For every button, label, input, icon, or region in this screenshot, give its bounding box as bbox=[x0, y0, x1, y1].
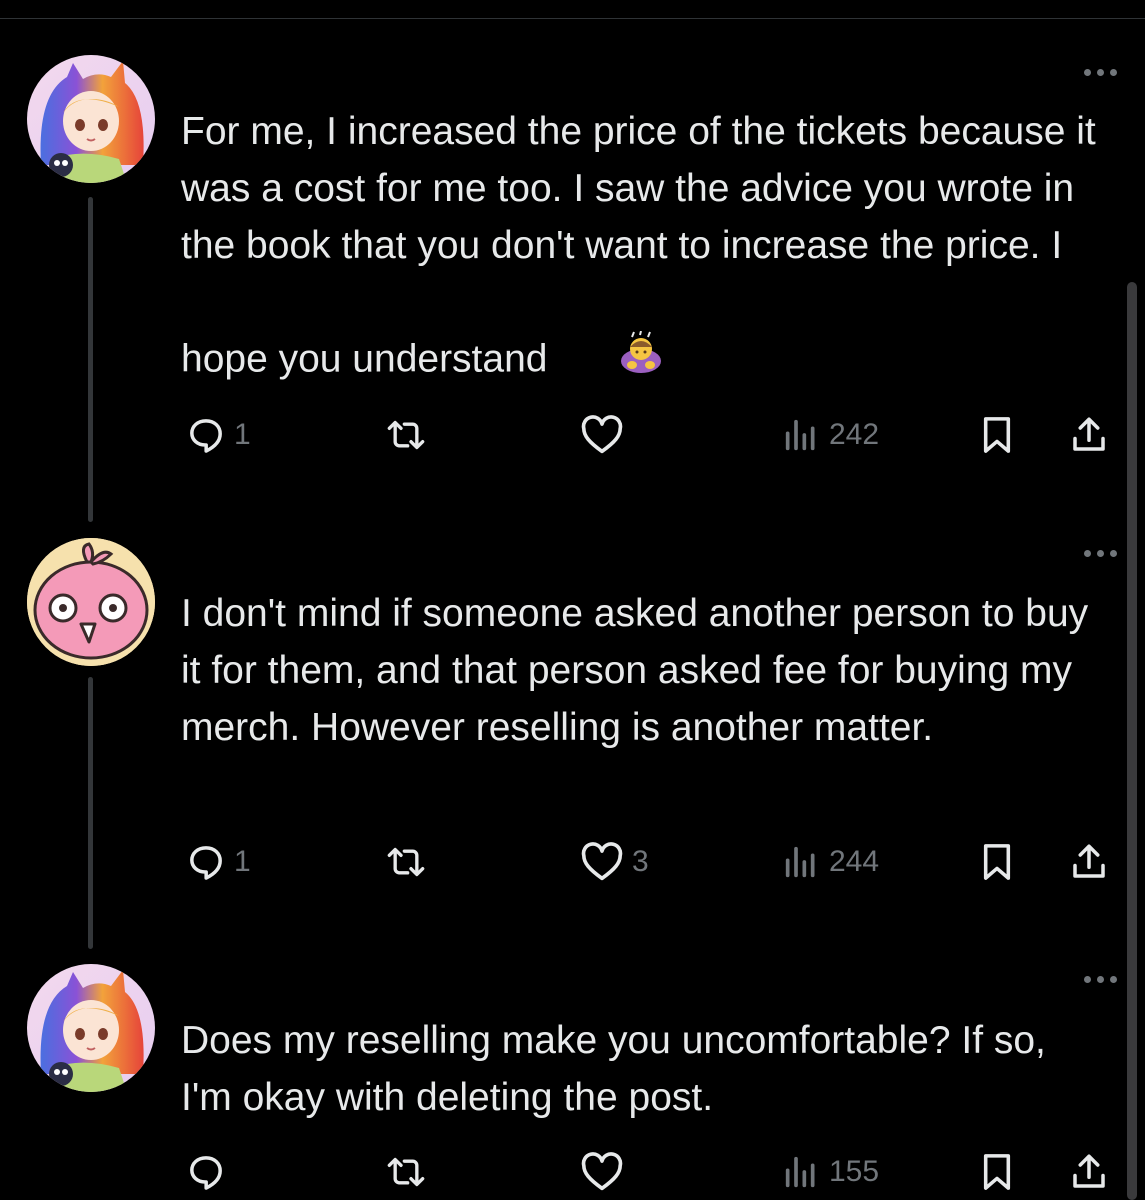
like-button[interactable]: 3 bbox=[580, 837, 649, 887]
views-button[interactable]: 242 bbox=[781, 410, 879, 460]
share-icon bbox=[1073, 1154, 1105, 1188]
reply-icon bbox=[190, 419, 222, 453]
more-options-icon[interactable] bbox=[1084, 976, 1117, 983]
tweet-text: Does my reselling make you uncomfortable… bbox=[181, 1019, 1057, 1119]
retweet-icon bbox=[387, 847, 425, 877]
views-icon bbox=[785, 419, 815, 451]
views-button[interactable]: 155 bbox=[781, 1147, 879, 1197]
share-button[interactable] bbox=[1068, 837, 1110, 887]
share-icon bbox=[1073, 844, 1105, 878]
more-options-icon[interactable] bbox=[1084, 550, 1117, 557]
views-icon bbox=[785, 1156, 815, 1188]
views-count: 155 bbox=[829, 1155, 880, 1188]
tweet-text: For me, I increased the price of the tic… bbox=[181, 103, 1101, 448]
reply-button[interactable]: 1 bbox=[186, 410, 251, 460]
avatar-anime-girl[interactable] bbox=[27, 964, 155, 1092]
more-options-icon[interactable] bbox=[1084, 69, 1117, 76]
views-icon bbox=[785, 846, 815, 878]
retweet-icon bbox=[387, 1157, 425, 1187]
bookmark-button[interactable] bbox=[977, 1147, 1017, 1197]
views-count: 242 bbox=[829, 418, 880, 451]
like-count: 3 bbox=[632, 845, 649, 878]
top-divider bbox=[0, 18, 1145, 19]
like-button[interactable] bbox=[580, 1147, 632, 1197]
share-button[interactable] bbox=[1068, 410, 1110, 460]
thread-line bbox=[88, 677, 93, 949]
retweet-icon bbox=[387, 420, 425, 450]
thread-line bbox=[88, 197, 93, 522]
reply-button[interactable]: 1 bbox=[186, 837, 251, 887]
tweet-text: I don't mind if someone asked another pe… bbox=[181, 592, 1100, 749]
views-button[interactable]: 244 bbox=[781, 837, 879, 887]
heart-icon bbox=[581, 1152, 623, 1191]
bookmark-button[interactable] bbox=[977, 410, 1017, 460]
like-button[interactable] bbox=[580, 410, 632, 460]
reply-count: 1 bbox=[234, 845, 251, 878]
heart-icon bbox=[581, 415, 623, 454]
retweet-button[interactable] bbox=[382, 410, 438, 460]
reply-button[interactable] bbox=[186, 1147, 234, 1197]
avatar-pink-bird[interactable] bbox=[27, 538, 155, 666]
reply-icon bbox=[190, 846, 222, 880]
retweet-button[interactable] bbox=[382, 837, 438, 887]
share-icon bbox=[1073, 417, 1105, 451]
reply-icon bbox=[190, 1156, 222, 1190]
reply-count: 1 bbox=[234, 418, 251, 451]
tweet-actions: 1 3 244 bbox=[0, 837, 1145, 887]
avatar-anime-girl[interactable] bbox=[27, 55, 155, 183]
heart-icon bbox=[581, 842, 623, 881]
bookmark-button[interactable] bbox=[977, 837, 1017, 887]
bookmark-icon bbox=[983, 417, 1011, 453]
bookmark-icon bbox=[983, 1154, 1011, 1190]
tweet-actions: 1 242 bbox=[0, 410, 1145, 460]
views-count: 244 bbox=[829, 845, 880, 878]
tweet-actions: 155 bbox=[0, 1147, 1145, 1197]
retweet-button[interactable] bbox=[382, 1147, 438, 1197]
bookmark-icon bbox=[983, 844, 1011, 880]
share-button[interactable] bbox=[1068, 1147, 1110, 1197]
